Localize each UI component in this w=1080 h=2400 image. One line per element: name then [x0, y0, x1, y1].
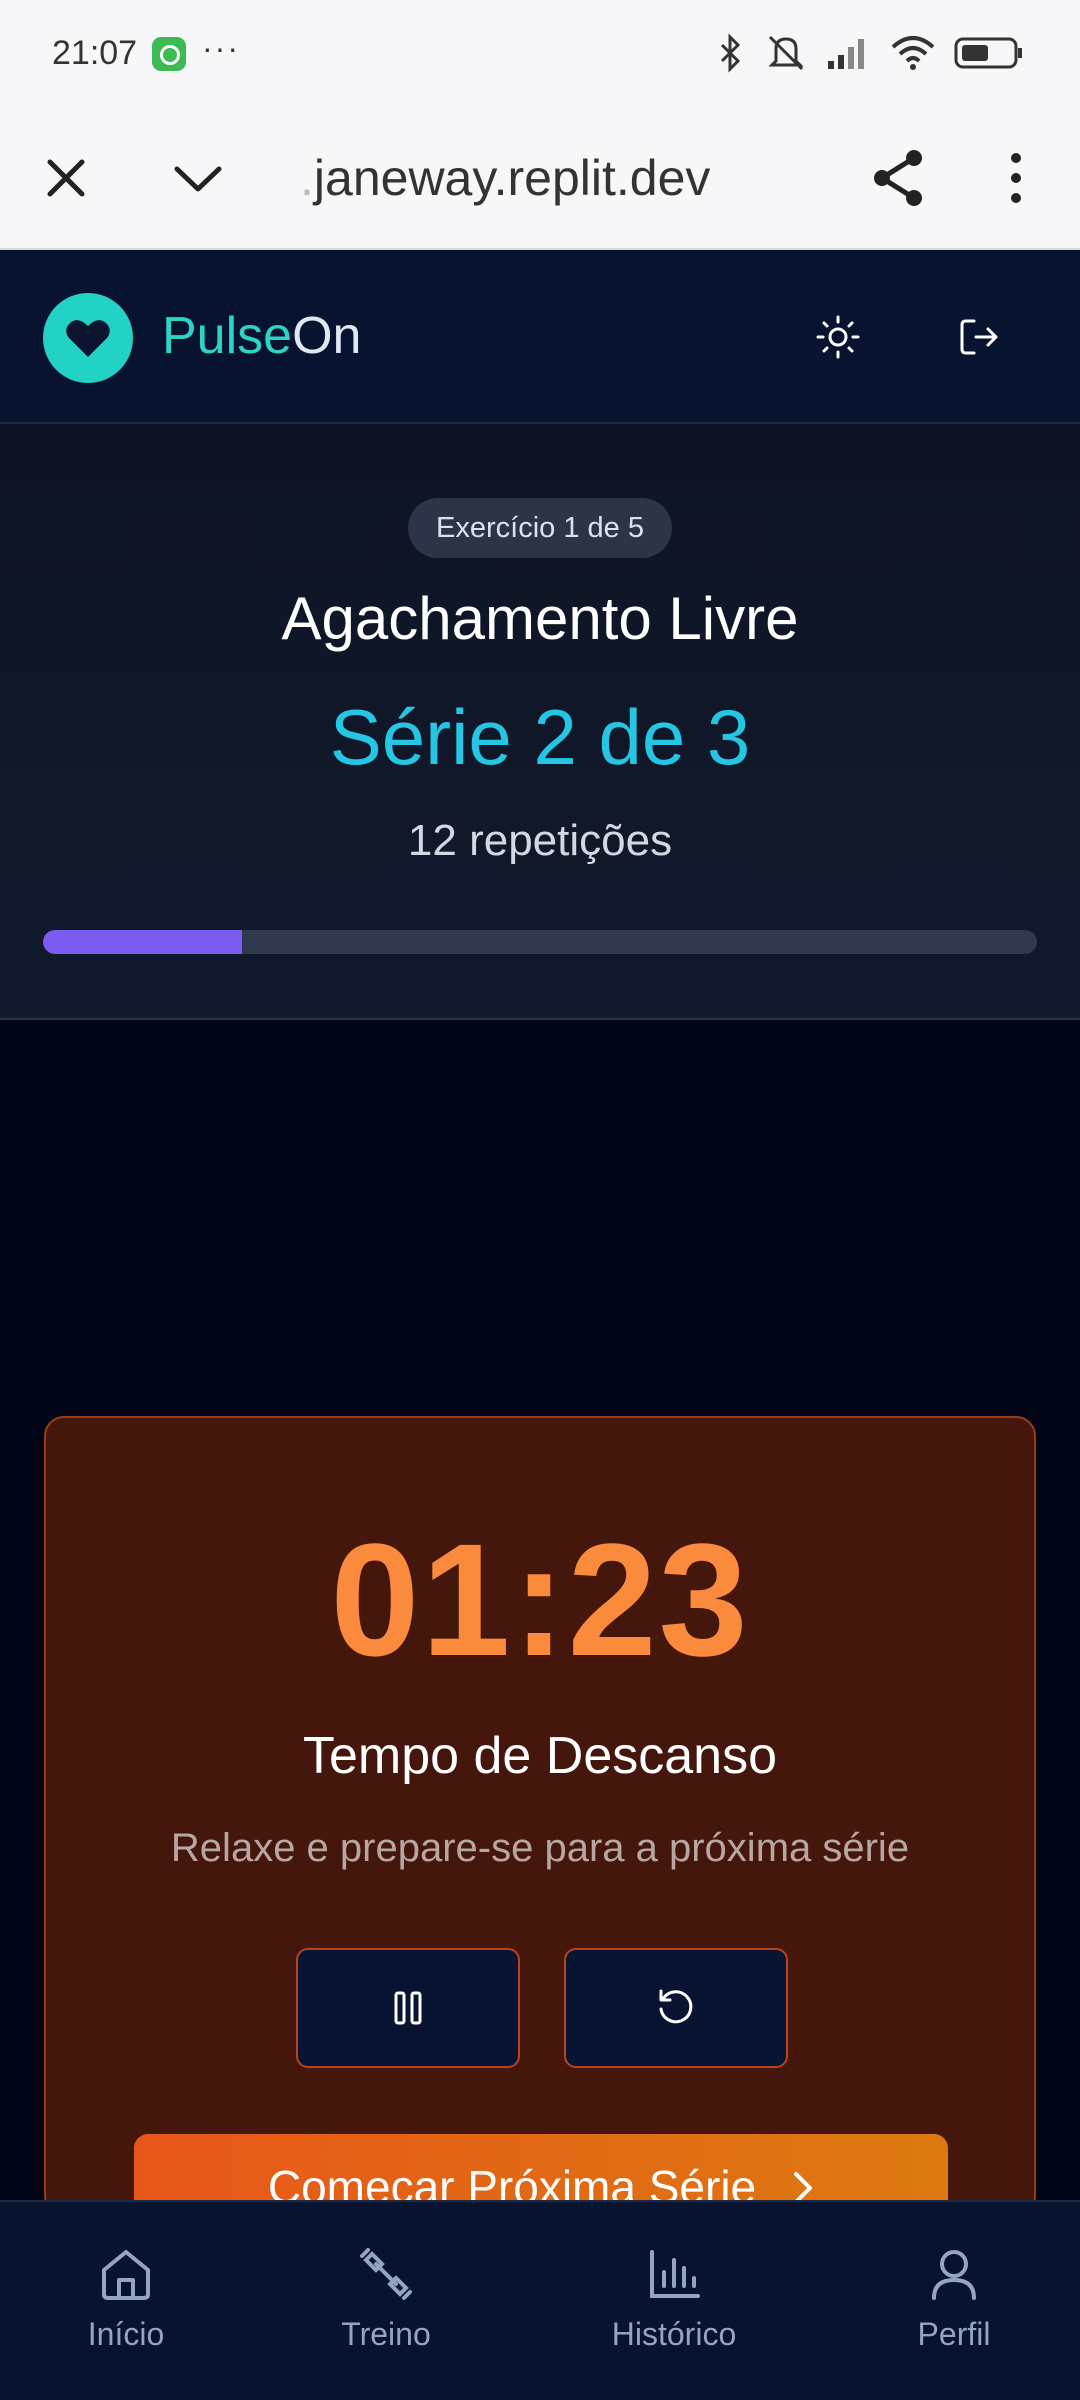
rest-timer-card: 01:23 Tempo de Descanso Relaxe e prepare… [44, 1416, 1036, 2216]
close-icon [47, 159, 85, 197]
nav-label-perfil: Perfil [917, 2316, 991, 2352]
nav-label-inicio: Início [87, 2316, 165, 2352]
reset-icon [659, 1989, 693, 2024]
close-tab-button[interactable] [30, 142, 102, 214]
nav-label-historico: Histórico [611, 2316, 737, 2352]
workout-progress-bar [43, 930, 1037, 954]
bottom-navigation: Início Treino Histórico Perfil [0, 2200, 1080, 2400]
status-time: 21:07 [52, 34, 138, 72]
browser-menu-button[interactable] [980, 142, 1052, 214]
pause-icon [394, 1991, 422, 2025]
exercise-name: Agachamento Livre [281, 585, 799, 652]
set-indicator: Série 2 de 3 [329, 693, 751, 781]
nav-label-treino: Treino [341, 2316, 431, 2352]
share-button[interactable] [862, 142, 934, 214]
logout-icon [960, 319, 998, 355]
status-bar: 21:07 ··· [0, 0, 1080, 106]
pause-button[interactable] [296, 1948, 520, 2068]
signal-icon [828, 39, 864, 69]
brand-name: PulseOn [162, 306, 361, 366]
system-icons [716, 30, 1024, 76]
url-field[interactable]: .janeway.replit.dev [300, 142, 710, 214]
rest-timer: 01:23 [330, 1510, 750, 1689]
share-icon [874, 150, 922, 206]
nav-item-treino[interactable]: Treino [266, 2246, 506, 2353]
collapse-button[interactable] [162, 142, 234, 214]
more-notifications-icon: ··· [202, 30, 240, 66]
nav-item-inicio[interactable]: Início [6, 2246, 246, 2353]
logout-button[interactable] [945, 302, 1015, 372]
rest-title: Tempo de Descanso [302, 1727, 778, 1785]
more-vertical-icon [1011, 153, 1021, 203]
sun-icon [816, 315, 860, 359]
app-header: PulseOn [0, 250, 1080, 424]
home-icon [102, 2250, 150, 2300]
dumbbell-icon [360, 2248, 412, 2300]
mute-icon [768, 35, 804, 71]
bar-chart-icon [650, 2250, 700, 2298]
exercise-panel: Exercício 1 de 5 Agachamento Livre Série… [0, 424, 1080, 1020]
exercise-counter-badge: Exercício 1 de 5 [408, 498, 672, 558]
brand-part-2: On [292, 307, 362, 365]
theme-toggle-button[interactable] [803, 302, 873, 372]
battery-icon [954, 37, 1022, 69]
whatsapp-icon [152, 37, 186, 71]
reset-timer-button[interactable] [564, 1948, 788, 2068]
bluetooth-icon [720, 33, 741, 73]
workout-progress-fill [43, 930, 242, 954]
url-scroll-indicator: . [300, 150, 314, 206]
wifi-icon [891, 36, 935, 70]
browser-toolbar: .janeway.replit.dev [0, 106, 1080, 250]
brand-part-1: Pulse [162, 307, 293, 365]
app-logo [43, 293, 133, 383]
chevron-down-icon [174, 166, 222, 192]
reps-count: 12 repetições [407, 816, 673, 865]
heart-icon [66, 320, 110, 357]
url-text: janeway.replit.dev [313, 150, 711, 206]
nav-item-historico[interactable]: Histórico [554, 2246, 794, 2353]
user-icon [932, 2250, 976, 2300]
rest-subtitle: Relaxe e prepare-se para a próxima série [170, 1826, 910, 1870]
nav-item-perfil[interactable]: Perfil [834, 2246, 1074, 2353]
